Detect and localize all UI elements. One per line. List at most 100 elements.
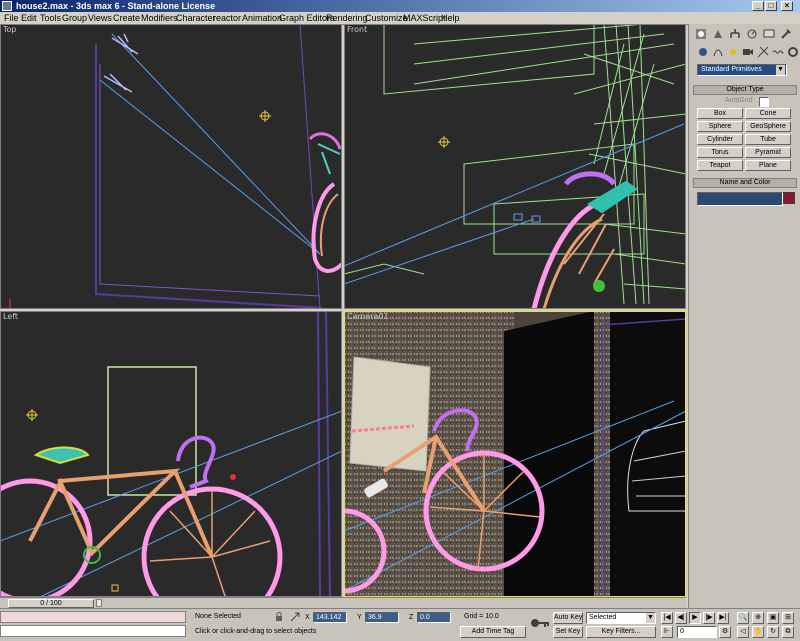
zoom-all-icon[interactable]: ⊕ [752, 612, 764, 624]
prompt-line: Click or click-and-drag to select object… [195, 628, 317, 635]
next-frame-icon[interactable]: |▶ [703, 612, 715, 624]
time-slider-thumb[interactable]: 0 / 100 [8, 599, 94, 608]
pyramid-button[interactable]: Pyramid [745, 147, 791, 158]
display-tab-icon[interactable] [763, 28, 775, 40]
key-mode-value: Selected [589, 614, 617, 621]
viewport-top[interactable]: Top [0, 24, 342, 309]
teapot-button[interactable]: Teapot [697, 160, 743, 171]
viewport-label-camera[interactable]: Camera01 [347, 312, 389, 321]
front-viewport-scene [344, 24, 686, 309]
menu-modifiers[interactable]: Modifiers [141, 12, 178, 24]
viewport-front[interactable]: Front [344, 24, 686, 309]
z-coord-field[interactable]: 0.0 [417, 612, 451, 623]
key-filters-button[interactable]: Key Filters... [586, 626, 656, 638]
space-warps-icon[interactable] [772, 46, 784, 58]
modify-tab-icon[interactable] [712, 28, 724, 40]
object-type-rollout-header[interactable]: Object Type [693, 85, 797, 95]
key-icon[interactable] [530, 617, 550, 629]
maxscript-listener-mini[interactable] [0, 611, 186, 623]
viewport-label-top[interactable]: Top [3, 25, 17, 34]
chevron-down-icon[interactable]: ▼ [646, 613, 655, 623]
geosphere-button[interactable]: GeoSphere [745, 121, 791, 132]
viewport-label-front[interactable]: Front [347, 25, 367, 34]
chevron-down-icon[interactable]: ▼ [776, 65, 785, 75]
motion-tab-icon[interactable] [746, 28, 758, 40]
sphere-button[interactable]: Sphere [697, 121, 743, 132]
helpers-icon[interactable] [757, 46, 769, 58]
menu-rendering[interactable]: Rendering [326, 12, 368, 24]
menu-views[interactable]: Views [88, 12, 112, 24]
selection-count: None Selected [195, 613, 241, 620]
maximize-viewport-icon[interactable]: ⧉ [782, 626, 794, 638]
x-coord-field[interactable]: 143.142 [313, 612, 347, 623]
time-slider-next[interactable] [96, 599, 102, 607]
status-bar: None Selected X 143.142 Y 36.9 Z 0.0 Gri… [0, 608, 800, 641]
menu-maxscript[interactable]: MAXScript [403, 12, 446, 24]
menu-group[interactable]: Group [62, 12, 87, 24]
menu-help[interactable]: Help [441, 12, 460, 24]
tube-button[interactable]: Tube [745, 134, 791, 145]
add-time-tag-button[interactable]: Add Time Tag [460, 626, 526, 638]
menu-tools[interactable]: Tools [40, 12, 61, 24]
cylinder-button[interactable]: Cylinder [697, 134, 743, 145]
y-coord-field[interactable]: 36.9 [365, 612, 399, 623]
play-icon[interactable]: ▶ [689, 612, 701, 624]
x-coord-label: X [305, 614, 310, 621]
viewport-label-left[interactable]: Left [3, 312, 18, 321]
title-bar: house2.max - 3ds max 6 - Stand-alone Lic… [0, 0, 800, 12]
shapes-icon[interactable] [712, 46, 724, 58]
primitive-category-dropdown[interactable]: Standard Primitives ▼ [697, 64, 787, 76]
grid-size-readout: Grid = 10.0 [464, 613, 499, 620]
key-mode-dropdown[interactable]: Selected ▼ [586, 612, 656, 624]
viewport-left[interactable]: Left [0, 311, 342, 597]
autogrid-checkbox[interactable] [759, 97, 769, 107]
zoom-icon[interactable]: 🔍 [737, 612, 749, 624]
go-to-start-icon[interactable]: |◀ [661, 612, 673, 624]
menu-animation[interactable]: Animation [242, 12, 282, 24]
absolute-mode-icon[interactable] [290, 612, 300, 622]
systems-icon[interactable] [787, 46, 799, 58]
create-tab-icon[interactable] [695, 28, 707, 40]
menu-file[interactable]: File [4, 12, 19, 24]
hierarchy-tab-icon[interactable] [729, 28, 741, 40]
menu-reactor[interactable]: reactor [213, 12, 241, 24]
maximize-button[interactable]: □ [765, 1, 777, 11]
maxscript-listener-output[interactable] [0, 625, 186, 637]
cone-button[interactable]: Cone [745, 108, 791, 119]
auto-key-button[interactable]: Auto Key [553, 612, 583, 624]
minimize-button[interactable]: _ [752, 1, 764, 11]
menu-edit[interactable]: Edit [21, 12, 37, 24]
menu-character[interactable]: Character [176, 12, 216, 24]
go-to-end-icon[interactable]: ▶| [717, 612, 729, 624]
name-color-rollout-header[interactable]: Name and Color [693, 178, 797, 188]
menu-customize[interactable]: Customize [365, 12, 408, 24]
plane-button[interactable]: Plane [745, 160, 791, 171]
primitive-category-value: Standard Primitives [701, 66, 762, 73]
utilities-tab-icon[interactable] [780, 28, 792, 40]
set-key-button[interactable]: Set Key [553, 626, 583, 638]
lock-icon[interactable] [274, 612, 284, 622]
torus-button[interactable]: Torus [697, 147, 743, 158]
object-color-swatch[interactable] [783, 192, 795, 204]
orbit-icon[interactable]: ↻ [767, 626, 779, 638]
key-mode-toggle-icon[interactable]: ⊩ [661, 626, 673, 638]
zoom-extents-all-icon[interactable]: ⊞ [782, 612, 794, 624]
viewport-camera[interactable]: Camera01 [344, 311, 686, 597]
object-name-field[interactable] [697, 192, 783, 206]
cameras-icon[interactable] [742, 46, 754, 58]
menu-create[interactable]: Create [113, 12, 140, 24]
time-configuration-icon[interactable]: ⚙ [719, 626, 731, 638]
current-frame-field[interactable]: 0 [677, 626, 717, 638]
camera-viewport-scene [344, 311, 686, 597]
zoom-extents-icon[interactable]: ▣ [767, 612, 779, 624]
close-button[interactable]: × [781, 1, 793, 11]
box-button[interactable]: Box [697, 108, 743, 119]
previous-frame-icon[interactable]: ◀| [675, 612, 687, 624]
field-of-view-icon[interactable]: ◁ [737, 626, 749, 638]
top-viewport-scene [9, 24, 342, 309]
geometry-icon[interactable] [697, 46, 709, 58]
lights-icon[interactable] [727, 46, 739, 58]
window-title: house2.max - 3ds max 6 - Stand-alone Lic… [16, 1, 216, 11]
app-icon [2, 1, 12, 11]
pan-icon[interactable]: ✋ [752, 626, 764, 638]
